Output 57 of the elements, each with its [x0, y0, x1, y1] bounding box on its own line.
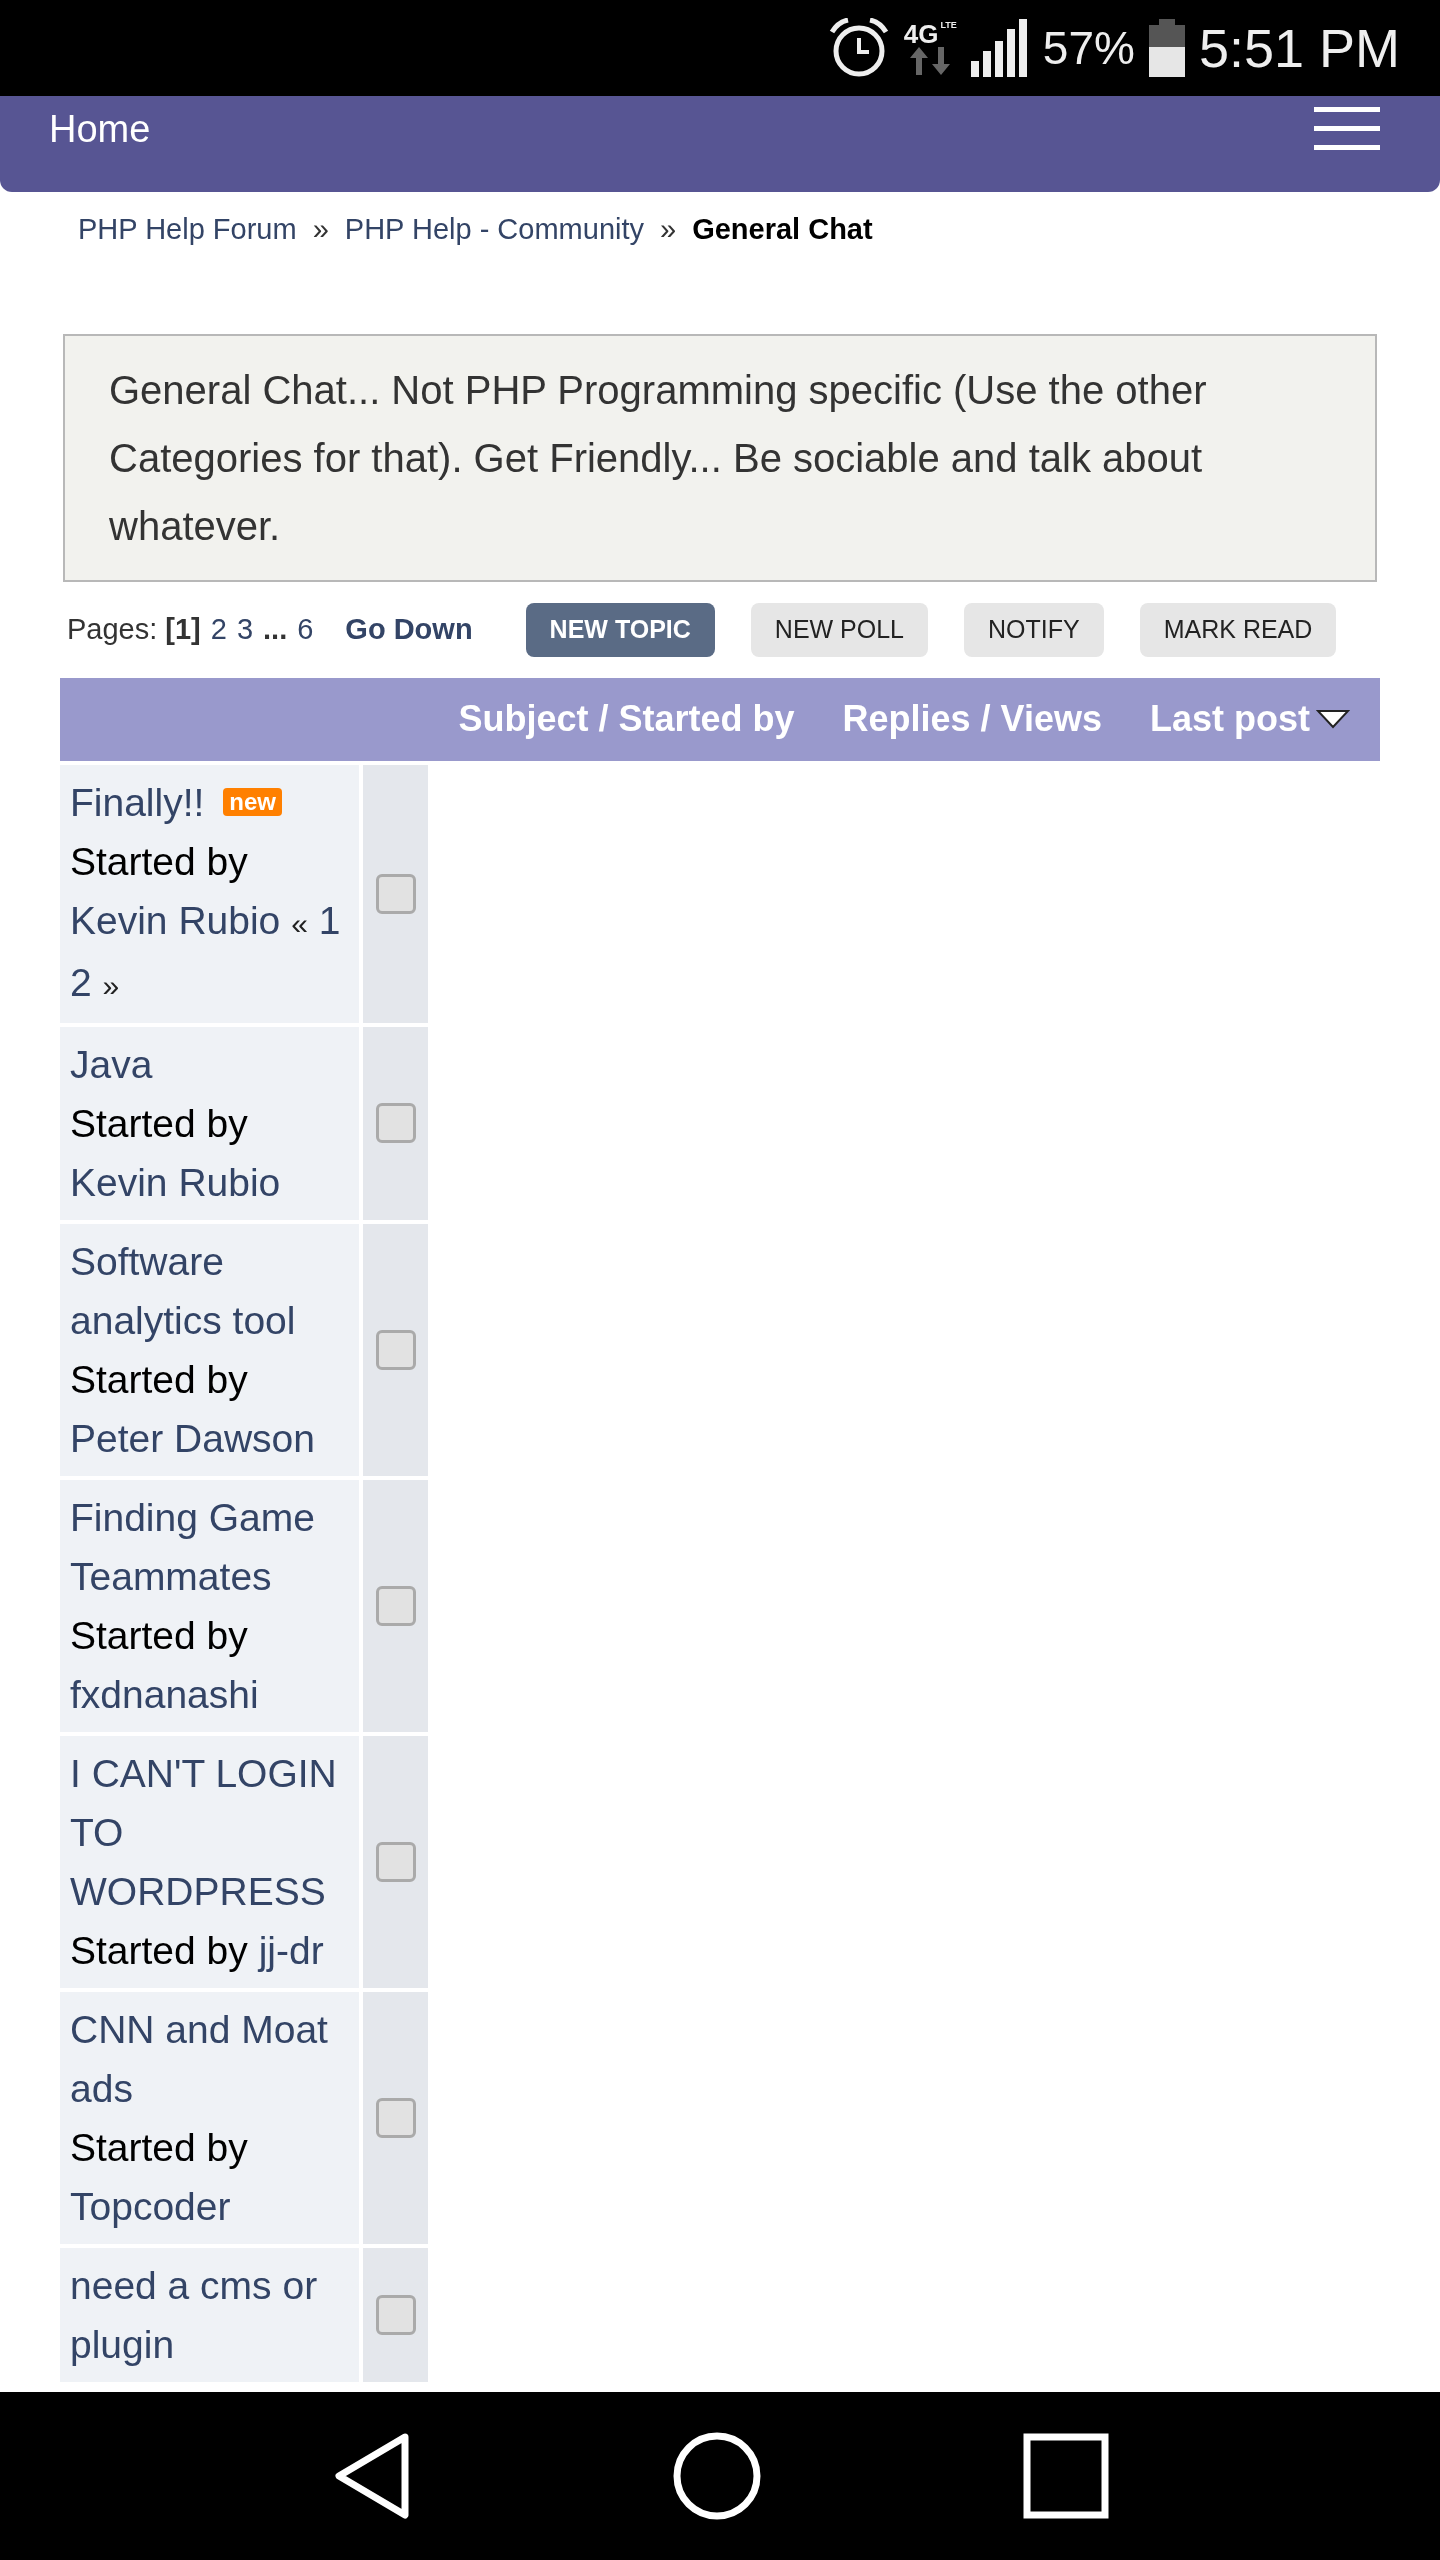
topic-link[interactable]: CNN and Moat ads — [70, 1999, 349, 2118]
breadcrumb-separator: » — [312, 212, 329, 247]
checkbox[interactable] — [375, 1841, 416, 1882]
checkbox[interactable] — [375, 1103, 416, 1143]
started-by-label: Started by — [70, 1928, 248, 1972]
author-link[interactable]: fxdnanashi — [70, 1672, 259, 1716]
author-link[interactable]: Topcoder — [70, 2184, 231, 2228]
signal-icon — [970, 19, 1029, 77]
alarm-icon — [827, 18, 890, 78]
page-link[interactable]: 6 — [297, 607, 314, 652]
author-link[interactable]: Kevin Rubio — [70, 1160, 281, 1204]
page-gap: ... — [263, 611, 288, 647]
breadcrumb-link[interactable]: PHP Help - Community — [344, 208, 644, 252]
started-by-label: Started by — [70, 1613, 248, 1657]
topic-link[interactable]: Software analytics tool — [70, 1231, 349, 1350]
page-link[interactable]: 1 — [318, 898, 341, 942]
started-by-label: Started by — [70, 839, 248, 883]
topic-link[interactable]: Finding Game Teammates — [70, 1487, 349, 1606]
author-link[interactable]: Peter Dawson — [70, 1416, 315, 1460]
home-icon[interactable] — [672, 2431, 762, 2521]
page-bracket: » — [102, 968, 120, 1002]
go-down-link[interactable]: Go Down — [345, 607, 473, 652]
started-by-label: Started by — [70, 1101, 248, 1145]
pages-label: Pages: — [67, 611, 158, 647]
recent-apps-icon[interactable] — [1023, 2433, 1110, 2519]
page-link[interactable]: 3 — [236, 607, 254, 652]
breadcrumb-current: General Chat — [692, 212, 873, 247]
menu-icon[interactable] — [1314, 107, 1380, 151]
action-button[interactable]: NOTIFY — [964, 602, 1104, 657]
current-page: [1] — [165, 611, 201, 647]
author-link[interactable]: jj-dr — [258, 1928, 324, 1972]
page-title: Home — [49, 106, 151, 152]
action-button[interactable]: NEW POLL — [750, 602, 929, 657]
topic-link[interactable]: Java — [70, 1034, 349, 1094]
action-button[interactable]: NEW TOPIC — [525, 602, 715, 657]
board-description: General Chat... Not PHP Programming specific (Use the other Categories for that). Get Friendly... Be sociable and talk about whatever. — [63, 333, 1377, 582]
breadcrumb-link[interactable]: PHP Help Forum — [78, 208, 297, 252]
author-link[interactable]: Kevin Rubio — [70, 898, 281, 942]
started-by-label: Started by — [70, 2125, 248, 2169]
clock-time: 5:51 PM — [1198, 16, 1400, 80]
checkbox[interactable] — [375, 1585, 416, 1626]
new-badge: new — [223, 788, 282, 817]
page-bracket: « — [291, 906, 308, 940]
started-by-label: Started by — [70, 1357, 248, 1401]
battery-percent: 57% — [1042, 20, 1135, 76]
checkbox[interactable] — [375, 2294, 416, 2335]
topic-link[interactable]: need a cms or plugin — [70, 2255, 349, 2374]
action-button[interactable]: MARK READ — [1139, 602, 1337, 657]
battery-icon — [1148, 19, 1185, 77]
topic-link[interactable]: Finally!! — [70, 780, 205, 824]
page-link[interactable]: 2 — [210, 607, 227, 652]
breadcrumb-separator: » — [660, 212, 677, 247]
page-link[interactable]: 2 — [70, 960, 92, 1004]
checkbox[interactable] — [375, 2097, 416, 2138]
checkbox[interactable] — [375, 1329, 416, 1370]
sort-descending-icon[interactable] — [1316, 709, 1350, 729]
checkbox[interactable] — [375, 873, 416, 914]
